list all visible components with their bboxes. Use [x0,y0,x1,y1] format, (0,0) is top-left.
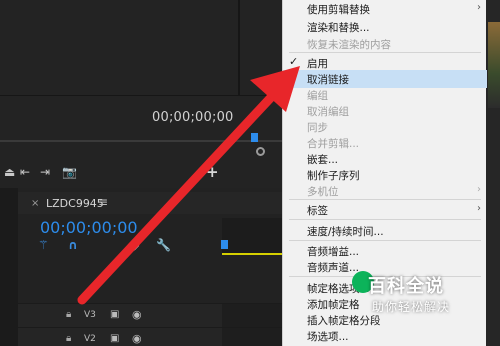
menu-separator [289,240,481,241]
monitor-separator [0,95,282,96]
watermark-subtitle: 助你轻松解决 [372,300,451,314]
menu-item-restore-unrendered[interactable]: 恢复未渲染的内容 [283,35,487,53]
eye-icon[interactable]: ◉ [132,308,142,321]
menu-item-label: 编组 [307,90,328,102]
watermark-title: 百科全说 [368,276,444,297]
menu-separator [289,52,481,53]
menu-item-label: 音频增益... [307,246,360,258]
track-content[interactable] [222,304,282,328]
eye-icon[interactable]: ◉ [132,332,142,345]
menu-item-label: 音频声道... [307,262,360,274]
lock-icon[interactable]: 🔒︎ [66,333,71,344]
lock-icon[interactable]: 🔒︎ [66,309,71,320]
clip-thumbnail [488,22,500,108]
tools-panel [0,188,18,346]
track-content[interactable] [222,328,282,346]
submenu-arrow-icon: › [477,203,481,214]
sync-lock-icon[interactable]: ▣ [110,309,119,320]
menu-item-multi-camera[interactable]: 多机位 › [283,182,487,200]
menu-item-label: 插入帧定格分段 [307,315,381,327]
track-name: V2 [84,334,96,344]
monitor-playhead[interactable] [251,133,258,142]
go-to-out-icon[interactable]: ⇥ [40,165,50,179]
menu-item-label: 启用 [307,58,328,70]
go-to-in-icon[interactable]: ⇤ [20,165,30,179]
monitor-timecode[interactable]: 00;00;00;00 [152,110,234,125]
menu-item-label: 速度/持续时间... [307,226,384,238]
menu-item-label: 取消链接 [307,74,349,86]
menu-separator [289,199,481,200]
menu-separator [289,219,481,220]
work-area-bar[interactable] [222,253,282,255]
nest-icon[interactable]: ⚚ [38,238,49,252]
menu-item-label: 场选项... [307,331,349,343]
menu-item-label: 渲染和替换... [307,22,370,34]
add-marker-icon[interactable]: ◆ [130,238,139,252]
timeline-toolbar: ⚚ ∩ ◆ 🔧 [38,238,188,254]
monitor-divider [238,0,240,95]
track-row[interactable]: 🔒︎ V3 ▣ ◉ [18,303,282,328]
panel-menu-icon[interactable]: ≡ [98,195,108,209]
monitor-time-ruler[interactable] [0,140,282,142]
sequence-name[interactable]: LZDC9945 [46,197,104,210]
menu-item-label: 多机位 [307,186,339,198]
close-tab-icon[interactable]: × [31,198,39,209]
wrench-icon[interactable]: 🔧 [156,238,171,252]
menu-item-label-color[interactable]: 标签 › [283,201,487,219]
timeline-playhead[interactable] [221,240,228,249]
menu-item-label: 制作子序列 [307,170,360,182]
menu-item-label: 合并剪辑... [307,138,360,150]
menu-item-label: 使用剪辑替换 [307,4,370,16]
sync-lock-icon[interactable]: ▣ [110,333,119,344]
track-name: V3 [84,310,96,320]
mark-in-icon[interactable]: ⏏ [4,165,15,179]
checkmark-icon: ✓ [289,55,299,68]
menu-item-replace-with-clip[interactable]: 使用剪辑替换 › [283,0,487,18]
submenu-arrow-icon: › [477,184,481,195]
menu-item-label: 添加帧定格 [307,299,360,311]
monitor-zoom-handle[interactable] [256,147,265,156]
submenu-arrow-icon: › [477,2,481,13]
menu-item-label: 标签 [307,205,328,217]
add-button[interactable]: + [206,163,219,181]
menu-item-label: 取消编组 [307,106,349,118]
track-row[interactable]: 🔒︎ V2 ▣ ◉ [18,327,282,346]
menu-item-label: 同步 [307,122,328,134]
menu-item-label: 恢复未渲染的内容 [307,39,391,51]
menu-item-field-options[interactable]: 场选项... [283,327,487,345]
timeline-timecode[interactable]: 00;00;00;00 [40,218,138,237]
timeline-ruler[interactable] [222,218,282,254]
camera-icon[interactable]: 📷 [62,165,77,179]
menu-item-render-and-replace[interactable]: 渲染和替换... [283,18,487,36]
menu-item-label: 嵌套... [307,154,339,166]
snap-magnet-icon[interactable]: ∩ [68,238,78,252]
menu-item-speed-duration[interactable]: 速度/持续时间... [283,222,487,240]
